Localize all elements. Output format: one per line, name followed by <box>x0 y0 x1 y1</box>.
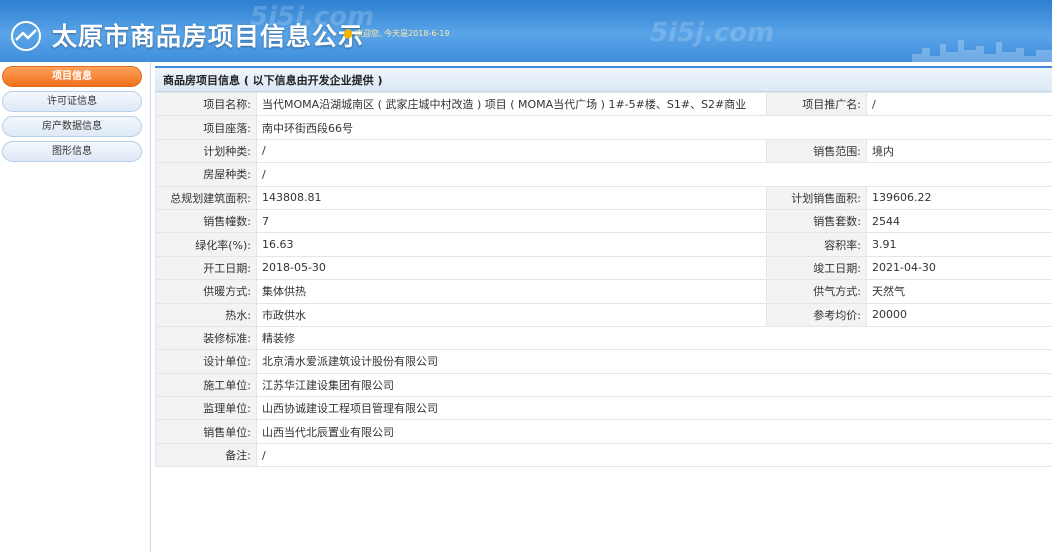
field-label: 项目名称: <box>155 91 257 117</box>
section-title: 商品房项目信息 ( 以下信息由开发企业提供 ) <box>155 66 1052 92</box>
welcome-text: 欢迎您, 今天是2018-6-19 <box>344 28 450 39</box>
sidebar: 项目信息 许可证信息 房产数据信息 图形信息 <box>0 66 144 166</box>
table-row: 备注: / <box>155 442 1052 468</box>
page-header: 5i5j.com 5i5j.com 太原市商品房项目信息公示 欢迎您, 今天是2… <box>0 0 1052 62</box>
field-label: 备注: <box>155 442 257 468</box>
field-label: 供暖方式: <box>155 279 257 304</box>
table-row: 开工日期: 2018-05-30 竣工日期: 2021-04-30 <box>155 255 1052 281</box>
field-value: 集体供热 <box>256 279 767 304</box>
field-value: 山西当代北辰置业有限公司 <box>256 419 1052 444</box>
table-row: 绿化率(%): 16.63 容积率: 3.91 <box>155 232 1052 257</box>
sidebar-item-project-info[interactable]: 项目信息 <box>2 66 142 87</box>
field-label: 销售幢数: <box>155 208 257 234</box>
field-label: 总规划建筑面积: <box>155 185 257 210</box>
watermark-text: 5i5j.com <box>650 18 775 48</box>
field-label: 容积率: <box>766 232 867 257</box>
field-value: 16.63 <box>256 232 767 257</box>
field-value: 境内 <box>866 138 1052 164</box>
field-label: 装修标准: <box>155 325 257 351</box>
table-row: 销售幢数: 7 销售套数: 2544 <box>155 208 1052 234</box>
field-value: 天然气 <box>866 279 1052 304</box>
field-label: 设计单位: <box>155 349 257 374</box>
project-info-table: 项目名称: 当代MOMA沿湖城南区 ( 武家庄城中村改造 ) 项目 ( MOMA当… <box>155 91 1052 468</box>
field-label: 绿化率(%): <box>155 232 257 257</box>
field-value: / <box>256 138 767 164</box>
field-label: 项目座落: <box>155 115 257 140</box>
table-row: 供暖方式: 集体供热 供气方式: 天然气 <box>155 279 1052 304</box>
field-label: 项目推广名: <box>766 91 867 117</box>
field-value: 市政供水 <box>256 302 767 327</box>
table-row: 监理单位: 山西协诚建设工程项目管理有限公司 <box>155 396 1052 421</box>
field-label: 监理单位: <box>155 396 257 421</box>
field-label: 施工单位: <box>155 372 257 398</box>
field-value: / <box>866 91 1052 117</box>
sidebar-item-graphics-info[interactable]: 图形信息 <box>2 141 142 162</box>
field-value: 当代MOMA沿湖城南区 ( 武家庄城中村改造 ) 项目 ( MOMA当代广场 )… <box>256 91 767 117</box>
skyline-icon <box>912 40 1052 62</box>
field-value: 143808.81 <box>256 185 767 210</box>
field-value: 2018-05-30 <box>256 255 767 281</box>
field-value: 南中环街西段66号 <box>256 115 1052 140</box>
field-value: 2021-04-30 <box>866 255 1052 281</box>
field-value: 2544 <box>866 208 1052 234</box>
field-label: 销售套数: <box>766 208 867 234</box>
logo-icon <box>11 21 41 51</box>
field-value: 20000 <box>866 302 1052 327</box>
table-row: 施工单位: 江苏华江建设集团有限公司 <box>155 372 1052 398</box>
field-label: 计划种类: <box>155 138 257 164</box>
field-value: 江苏华江建设集团有限公司 <box>256 372 1052 398</box>
sidebar-item-permit-info[interactable]: 许可证信息 <box>2 91 142 112</box>
table-row: 项目名称: 当代MOMA沿湖城南区 ( 武家庄城中村改造 ) 项目 ( MOMA当… <box>155 91 1052 117</box>
field-value: / <box>256 162 1052 187</box>
table-row: 装修标准: 精装修 <box>155 325 1052 351</box>
field-label: 开工日期: <box>155 255 257 281</box>
field-label: 供气方式: <box>766 279 867 304</box>
field-value: / <box>256 442 1052 468</box>
field-label: 参考均价: <box>766 302 867 327</box>
field-label: 计划销售面积: <box>766 185 867 210</box>
sidebar-item-housing-data[interactable]: 房产数据信息 <box>2 116 142 137</box>
bulb-icon <box>344 29 352 38</box>
field-label: 房屋种类: <box>155 162 257 187</box>
table-row: 设计单位: 北京清水爱派建筑设计股份有限公司 <box>155 349 1052 374</box>
table-row: 计划种类: / 销售范围: 境内 <box>155 138 1052 164</box>
field-label: 销售单位: <box>155 419 257 444</box>
field-value: 山西协诚建设工程项目管理有限公司 <box>256 396 1052 421</box>
field-label: 销售范围: <box>766 138 867 164</box>
field-label: 热水: <box>155 302 257 327</box>
field-value: 北京清水爱派建筑设计股份有限公司 <box>256 349 1052 374</box>
table-row: 项目座落: 南中环街西段66号 <box>155 115 1052 140</box>
field-value: 7 <box>256 208 767 234</box>
table-row: 热水: 市政供水 参考均价: 20000 <box>155 302 1052 327</box>
sidebar-divider <box>150 62 151 552</box>
field-value: 精装修 <box>256 325 1052 351</box>
field-value: 139606.22 <box>866 185 1052 210</box>
table-row: 房屋种类: / <box>155 162 1052 187</box>
field-value: 3.91 <box>866 232 1052 257</box>
table-row: 销售单位: 山西当代北辰置业有限公司 <box>155 419 1052 444</box>
table-row: 总规划建筑面积: 143808.81 计划销售面积: 139606.22 <box>155 185 1052 210</box>
main-content: 商品房项目信息 ( 以下信息由开发企业提供 ) 项目名称: 当代MOMA沿湖城南区… <box>155 66 1052 468</box>
field-label: 竣工日期: <box>766 255 867 281</box>
site-title: 太原市商品房项目信息公示 <box>52 22 365 51</box>
